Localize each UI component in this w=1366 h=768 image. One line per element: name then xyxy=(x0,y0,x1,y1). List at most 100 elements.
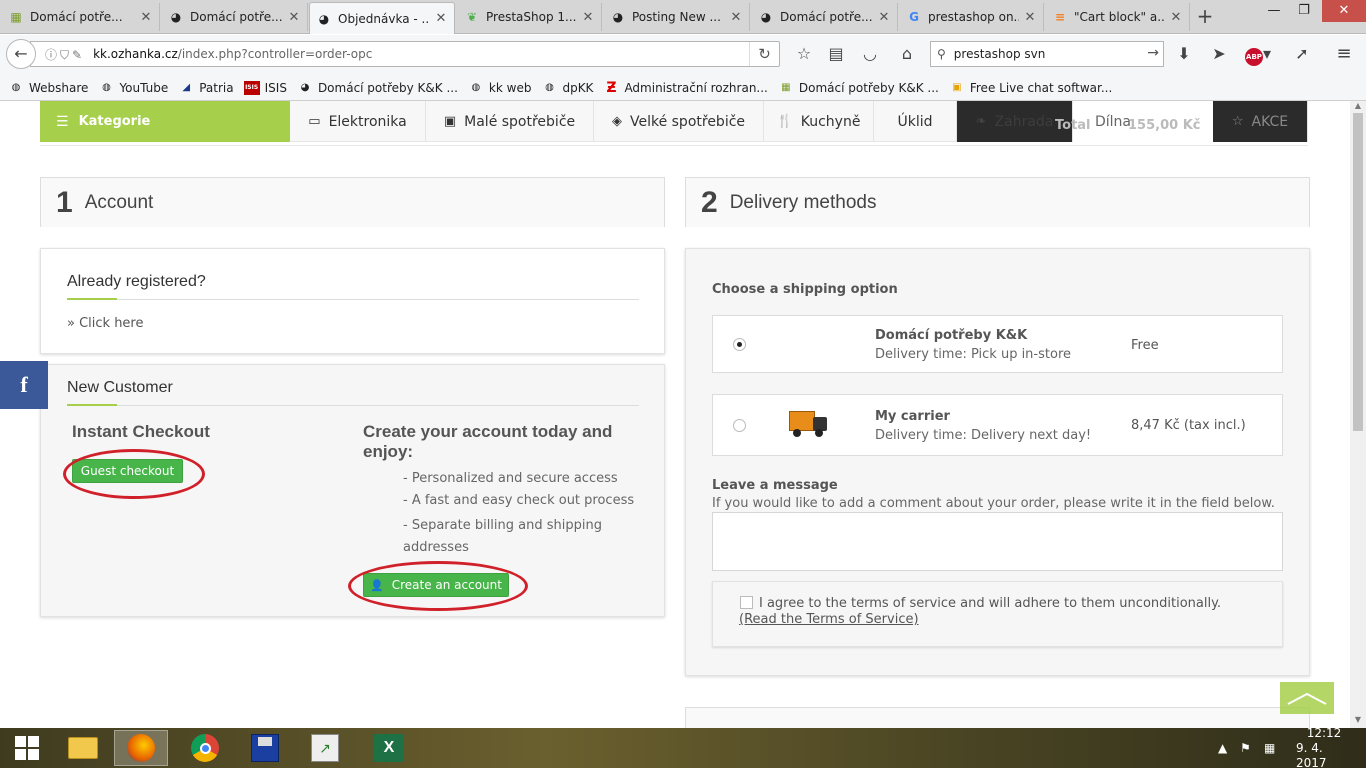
tab-label: Objednávka - ... xyxy=(338,11,430,26)
firefox-icon[interactable] xyxy=(114,730,168,766)
benefit-item: - A fast and easy check out process xyxy=(403,493,635,508)
new-tab-button[interactable]: + xyxy=(1192,6,1218,28)
search-icon: ⚲ xyxy=(937,47,946,61)
file-explorer-icon[interactable] xyxy=(56,730,110,766)
scroll-down-icon[interactable]: ▼ xyxy=(1350,715,1366,727)
menu-item-uklid[interactable]: Úklid xyxy=(874,101,957,142)
tray-show-hidden-icon[interactable]: ▲ xyxy=(1218,728,1227,768)
patria-icon: ◢ xyxy=(182,82,191,93)
tab-2[interactable]: ◕ Domácí potře... ✕ xyxy=(162,3,308,31)
adblock-icon[interactable]: ABP▾ xyxy=(1240,40,1276,68)
close-tab-icon[interactable]: ✕ xyxy=(581,10,595,25)
search-input[interactable]: ⚲ prestashop svn → xyxy=(930,41,1164,67)
site-info-icon[interactable]: ⓘ⛉✎ xyxy=(45,46,85,63)
kategorie-button[interactable]: ☰ Kategorie xyxy=(40,101,290,142)
bookmark-admin[interactable]: Ƶ Administrační rozhran... xyxy=(603,79,768,96)
bookmark-livechat[interactable]: ▣ Free Live chat softwar... xyxy=(949,81,1112,95)
scroll-up-icon[interactable]: ▲ xyxy=(1350,101,1366,113)
clock[interactable]: 12:12 9. 4. 2017 xyxy=(1296,725,1352,768)
shipping-radio[interactable] xyxy=(733,419,746,432)
new-customer-box: New Customer Instant Checkout Guest chec… xyxy=(40,364,665,617)
bookmark-label: Webshare xyxy=(29,80,89,95)
restore-icon[interactable]: ❐ xyxy=(1288,0,1320,22)
bookmark-youtube[interactable]: ◍ YouTube xyxy=(98,81,168,95)
close-tab-icon[interactable]: ✕ xyxy=(287,10,301,25)
bookmark-star-icon[interactable]: ☆ xyxy=(790,40,818,68)
download-icon[interactable]: ⬇ xyxy=(1170,40,1198,68)
tab-7[interactable]: G prestashop on... ✕ xyxy=(900,3,1044,31)
bookmark-kk-1[interactable]: ◕ Domácí potřeby K&K ... xyxy=(297,81,458,95)
admin-icon: Ƶ xyxy=(606,79,617,96)
close-tab-icon[interactable]: ✕ xyxy=(1023,10,1037,25)
bookmark-webshare[interactable]: ◍ Webshare xyxy=(8,80,89,95)
reload-icon[interactable]: ↻ xyxy=(749,42,779,66)
tab-1[interactable]: ▦ Domácí potře... ✕ xyxy=(2,3,160,31)
url-bar[interactable]: ⓘ⛉✎ kk.ozhanka.cz /index.php?controller=… xyxy=(30,41,780,67)
windows-start-icon[interactable] xyxy=(0,730,54,766)
reader-view-icon[interactable]: ▤ xyxy=(822,40,850,68)
close-tab-icon[interactable]: ✕ xyxy=(1169,10,1183,25)
bookmark-kk-web[interactable]: ◍ kk web xyxy=(468,81,532,95)
menu-item-male-spotrebice[interactable]: ▣ Malé spotřebiče xyxy=(426,101,594,142)
back-button[interactable]: ← xyxy=(6,39,36,69)
bookmark-kk-2[interactable]: ▦ Domácí potřeby K&K ... xyxy=(778,81,939,95)
chart-app-icon[interactable]: ↗ xyxy=(298,730,352,766)
menu-item-akce[interactable]: ☆ AKCE xyxy=(1213,101,1308,142)
choose-shipping-label: Choose a shipping option xyxy=(712,282,898,297)
bookmark-label: Domácí potřeby K&K ... xyxy=(798,80,939,95)
save-disk-icon[interactable] xyxy=(238,730,292,766)
shipping-option-my-carrier[interactable]: My carrier Delivery time: Delivery next … xyxy=(712,394,1283,456)
extension-icon[interactable]: ➚ xyxy=(1288,40,1316,68)
tab-8[interactable]: ≡ "Cart block" a... ✕ xyxy=(1046,3,1190,31)
send-icon[interactable]: ➤ xyxy=(1205,40,1233,68)
menu-item-elektronika[interactable]: ▭ Elektronika xyxy=(290,101,426,142)
chrome-icon[interactable] xyxy=(178,730,232,766)
close-tab-icon[interactable]: ✕ xyxy=(139,10,153,25)
tab-3-active[interactable]: ◕ Objednávka - ... ✕ xyxy=(309,2,455,34)
click-here-link[interactable]: » Click here xyxy=(67,316,144,331)
close-window-icon[interactable]: ✕ xyxy=(1322,0,1366,22)
excel-icon[interactable]: X xyxy=(362,730,416,766)
prestashop-favicon-icon: ◕ xyxy=(612,10,624,24)
close-tab-icon[interactable]: ✕ xyxy=(729,10,743,25)
bookmark-isis[interactable]: ISIS ISIS xyxy=(243,80,287,95)
carrier-name: Domácí potřeby K&K xyxy=(875,328,1028,343)
back-to-top-button[interactable] xyxy=(1280,682,1334,714)
search-value: prestashop svn xyxy=(953,47,1046,61)
message-textarea[interactable] xyxy=(712,512,1283,571)
minimize-icon[interactable]: — xyxy=(1258,0,1290,22)
carrier-delay: Delivery time: Pick up in-store xyxy=(875,347,1071,362)
globe-icon: ◍ xyxy=(471,82,481,93)
menu-icon[interactable]: ≡ xyxy=(1330,40,1358,68)
clock-date: 9. 4. 2017 xyxy=(1296,740,1327,768)
leaf-favicon-icon: ❦ xyxy=(466,10,478,24)
bookmark-label: Administrační rozhran... xyxy=(624,80,768,95)
page-scrollbar[interactable]: ▲ ▼ xyxy=(1350,101,1366,728)
bookmark-patria[interactable]: ◢ Patria xyxy=(178,81,233,95)
pocket-icon[interactable]: ◡ xyxy=(856,40,884,68)
search-go-icon[interactable]: → xyxy=(1147,45,1159,61)
washer-icon: ◈ xyxy=(611,114,622,129)
home-icon[interactable]: ⌂ xyxy=(893,40,921,68)
network-icon[interactable]: ▦ xyxy=(1264,728,1275,768)
tab-4[interactable]: ❦ PrestaShop 1.... ✕ xyxy=(458,3,602,31)
action-center-flag-icon[interactable]: ⚑ xyxy=(1240,728,1251,768)
tab-5[interactable]: ◕ Posting New ... ✕ xyxy=(604,3,750,31)
url-domain: kk.ozhanka.cz xyxy=(93,47,178,61)
bookmark-dpkk[interactable]: ◍ dpKK xyxy=(541,81,593,95)
shipping-option-pickup[interactable]: Domácí potřeby K&K Delivery time: Pick u… xyxy=(712,315,1283,373)
cart-total-ghost-label: Total xyxy=(1055,118,1091,133)
terms-link[interactable]: (Read the Terms of Service) xyxy=(739,612,919,627)
step-3-header: 3 xyxy=(685,707,1310,728)
close-tab-icon[interactable]: ✕ xyxy=(434,11,448,26)
menu-item-kuchyne[interactable]: 🍴 Kuchyně xyxy=(764,101,874,142)
menu-item-velke-spotrebice[interactable]: ◈ Velké spotřebiče xyxy=(594,101,764,142)
shipping-radio-selected[interactable] xyxy=(733,338,746,351)
scrollbar-thumb[interactable] xyxy=(1353,113,1363,431)
facebook-icon[interactable]: f xyxy=(0,361,48,409)
already-registered-title: Already registered? xyxy=(67,273,206,290)
close-tab-icon[interactable]: ✕ xyxy=(877,10,891,25)
clock-time: 12:12 xyxy=(1306,725,1342,740)
carrier-delay: Delivery time: Delivery next day! xyxy=(875,428,1092,443)
tab-6[interactable]: ◕ Domácí potře... ✕ xyxy=(752,3,898,31)
